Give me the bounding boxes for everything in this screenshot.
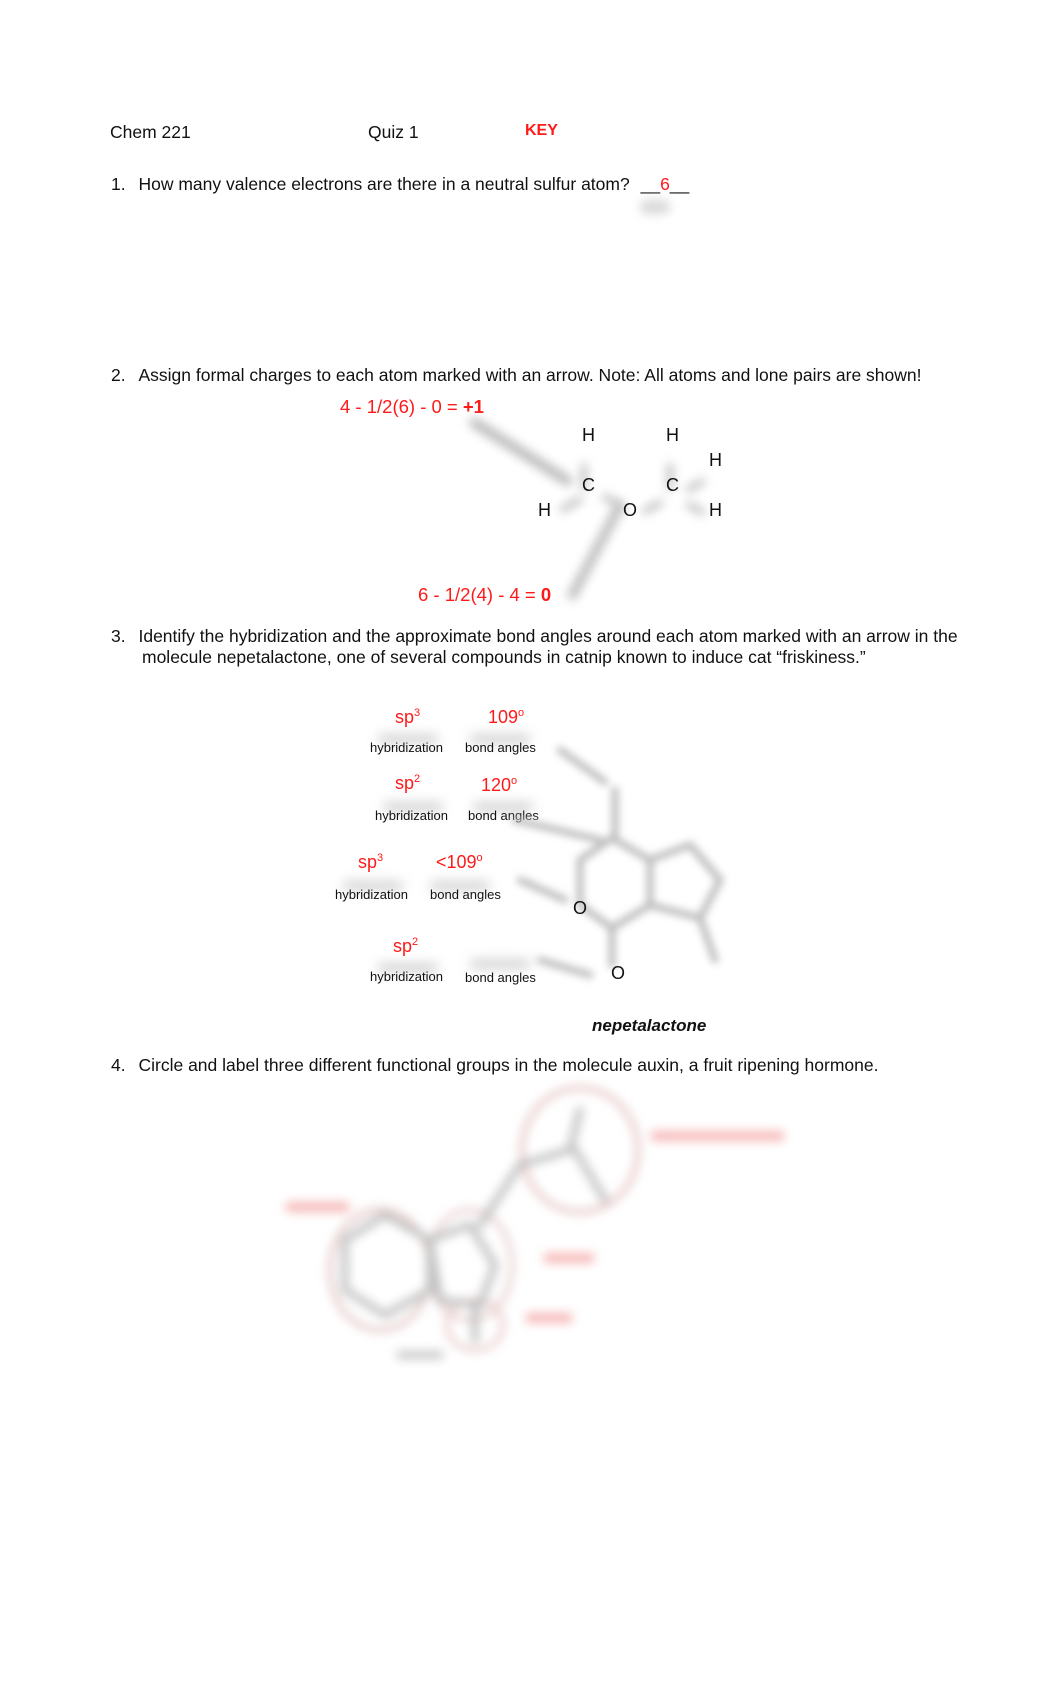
formal-charge-result: +1 [462,396,484,417]
q1-arrow-shadow [640,200,670,214]
bond-angles-label: bond angles [465,970,536,985]
quiz-title: Quiz 1 [368,122,419,142]
bond-angle-answer: 120o [481,775,518,795]
question-text: Assign formal charges to each atom marke… [138,365,922,385]
bond [558,495,585,514]
formal-charge-oxygen: 6 - 1/2(4) - 4 = 0 [418,584,552,605]
atom-c: C [582,475,595,495]
bond-angle-answer: 109o [488,707,525,727]
question-number: 1. [111,174,126,194]
question-4: 4. Circle and label three different func… [111,1055,878,1076]
formal-charge-carbon: 4 - 1/2(6) - 0 = +1 [340,396,484,417]
hybridization-answer: sp2 [395,773,421,793]
question-text: Circle and label three different functio… [138,1055,879,1075]
question-1: 1. How many valence electrons are there … [111,174,689,195]
question-2: 2. Assign formal charges to each atom ma… [111,365,922,386]
question-text: How many valence electrons are there in … [138,174,630,194]
bond-angle-answer: <109o [436,852,483,872]
bond-angles-label: bond angles [465,740,536,755]
nepetalactone-structure [511,746,725,979]
question-text-line-1: Identify the hybridization and the appro… [138,626,958,646]
question-number: 3. [111,626,126,646]
hybridization-answer: sp3 [358,852,384,872]
atom-c: C [666,475,679,495]
molecule-name: nepetalactone [592,1016,707,1035]
bond [684,500,707,517]
atom-h: H [538,500,551,520]
atom-o: O [623,500,638,520]
atom-h: H [709,500,722,520]
atom-h: H [582,425,595,445]
atom-h: H [666,425,679,445]
auxin-structure [285,1085,785,1359]
hybridization-answer: sp3 [395,707,421,727]
bond-angles-label: bond angles [468,808,539,823]
hybridization-label: hybridization [370,969,443,984]
bond [684,477,707,494]
hybridization-label: hybridization [370,740,443,755]
formal-charge-result: 0 [540,584,552,605]
answer-value: 6 [660,174,670,194]
hybridization-label: hybridization [375,808,448,823]
question-3-line-2: molecule nepetalactone, one of several c… [142,647,866,667]
hybridization-label: hybridization [335,887,408,902]
answer-key-label: KEY [525,122,558,139]
question-number: 4. [111,1055,126,1075]
question-3: 3. Identify the hybridization and the ap… [111,626,958,647]
arrow-to-carbon [467,415,575,488]
bond [640,498,665,516]
hybridization-answer: sp2 [393,936,419,956]
arrow-to-oxygen [566,500,626,602]
atom-h: H [709,450,722,470]
atom-o: O [573,898,588,918]
answer-blank: __6__ [640,174,690,194]
bond-angles-label: bond angles [430,887,501,902]
course-title: Chem 221 [110,122,191,142]
atom-o: O [611,963,626,983]
question-number: 2. [111,365,126,385]
